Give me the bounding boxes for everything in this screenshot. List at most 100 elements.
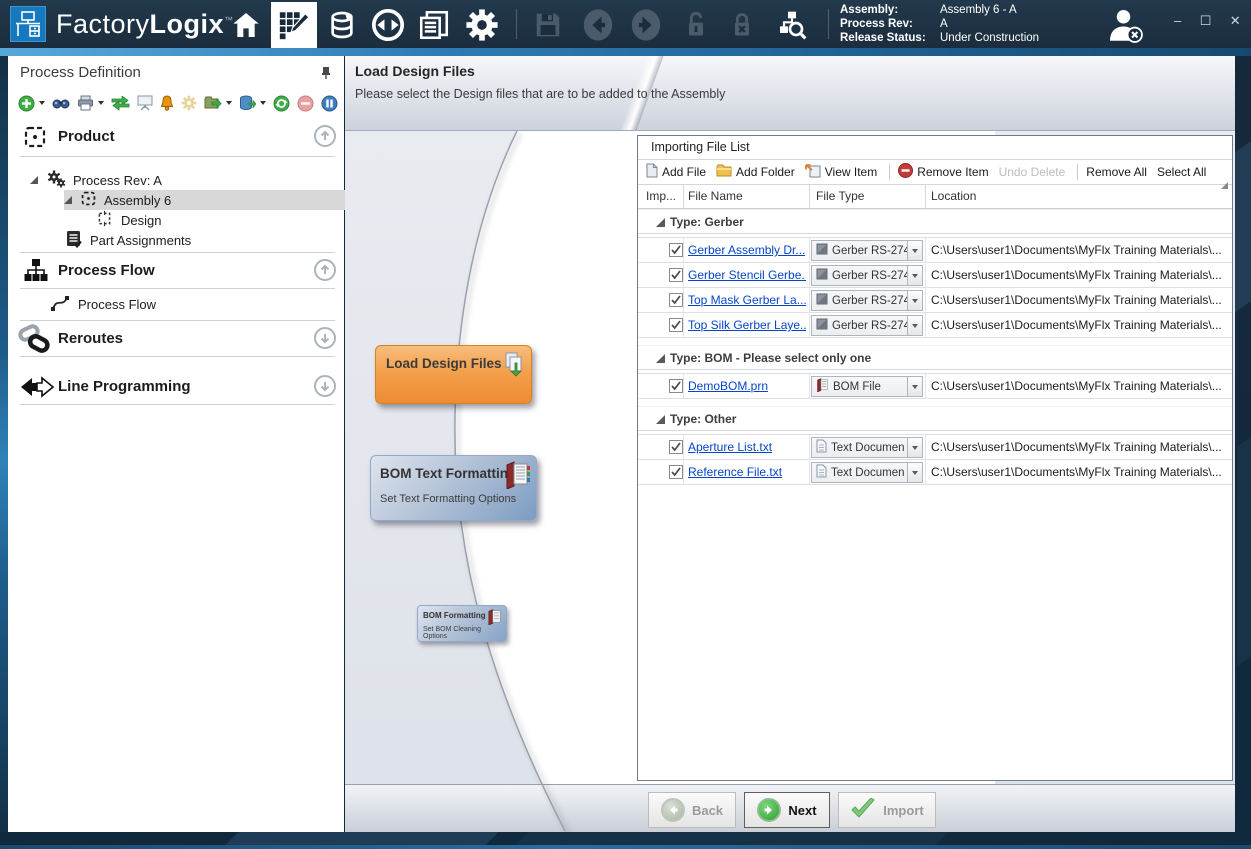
dropdown-button[interactable]: [907, 266, 922, 285]
file-type-dropdown[interactable]: Text Documen: [811, 462, 923, 483]
flow-node-bom-formatting[interactable]: BOM Formatting Set BOM Cleaning Options: [417, 605, 507, 642]
add-file-button[interactable]: Add File: [646, 163, 706, 181]
dropdown-button[interactable]: [907, 241, 922, 260]
file-name-link[interactable]: Top Silk Gerber Laye...: [688, 318, 806, 332]
presentation-icon[interactable]: [137, 95, 153, 111]
tree-item-process-rev[interactable]: Process Rev: A: [8, 170, 345, 190]
file-name-link[interactable]: Aperture List.txt: [688, 440, 772, 454]
file-type-dropdown[interactable]: Gerber RS-274: [811, 290, 923, 311]
dropdown-button[interactable]: [907, 438, 922, 457]
flow-node-bom-text-formatting[interactable]: BOM Text Formatting Set Text Formatting …: [370, 455, 537, 521]
section-line-programming[interactable]: Line Programming: [8, 374, 345, 404]
file-type-dropdown[interactable]: Gerber RS-274: [811, 265, 923, 286]
add-new-icon[interactable]: [18, 95, 35, 112]
group-header[interactable]: Type: Gerber: [638, 209, 1232, 234]
import-checkbox[interactable]: [669, 379, 683, 393]
section-reroutes[interactable]: Reroutes: [8, 326, 345, 356]
settings-pale-icon[interactable]: [181, 95, 197, 111]
dropdown-button[interactable]: [907, 316, 922, 335]
next-button[interactable]: Next: [744, 792, 830, 828]
expand-down-icon[interactable]: [314, 375, 336, 397]
import-checkbox[interactable]: [669, 268, 683, 282]
file-name-link[interactable]: Gerber Assembly Dr...: [688, 243, 805, 257]
nav-forward-icon[interactable]: [626, 6, 666, 44]
file-type-dropdown[interactable]: Text Documen: [811, 437, 923, 458]
file-type-dropdown[interactable]: Gerber RS-274: [811, 240, 923, 261]
dropdown-caret-icon[interactable]: [260, 101, 266, 105]
file-name-link[interactable]: DemoBOM.prn: [688, 379, 768, 393]
pin-icon[interactable]: [320, 66, 332, 85]
collapse-up-icon[interactable]: [314, 259, 336, 281]
transfer-icon[interactable]: [368, 6, 408, 44]
pause-icon[interactable]: [321, 95, 338, 112]
group-header[interactable]: Type: Other: [638, 406, 1232, 431]
export-folder-icon[interactable]: [204, 96, 222, 111]
section-process-flow[interactable]: Process Flow: [8, 258, 345, 288]
file-name-link[interactable]: Reference File.txt: [688, 465, 782, 479]
import-checkbox[interactable]: [669, 465, 683, 479]
file-type-dropdown[interactable]: Gerber RS-274: [811, 315, 923, 336]
file-type-dropdown[interactable]: BOM File: [811, 376, 923, 397]
file-name-link[interactable]: Gerber Stencil Gerbe...: [688, 268, 806, 282]
user-logout-icon[interactable]: [1104, 6, 1146, 49]
view-item-button[interactable]: View Item: [805, 163, 877, 181]
col-file-name[interactable]: File Name: [688, 189, 743, 203]
tree-item-design[interactable]: Design: [8, 210, 345, 230]
collapse-up-icon[interactable]: [314, 125, 336, 147]
group-label: Type: Other: [670, 412, 736, 426]
import-button[interactable]: Import: [838, 792, 936, 828]
maximize-button[interactable]: ☐: [1200, 13, 1212, 28]
minimize-button[interactable]: –: [1174, 13, 1181, 28]
documents-icon[interactable]: [414, 6, 454, 44]
col-location[interactable]: Location: [931, 189, 976, 203]
import-checkbox[interactable]: [669, 318, 683, 332]
refresh-icon[interactable]: [273, 95, 290, 112]
dropdown-caret-icon[interactable]: [39, 101, 45, 105]
expander-icon[interactable]: [64, 196, 72, 204]
unlock-icon[interactable]: [676, 6, 716, 44]
tree-item-process-flow[interactable]: Process Flow: [8, 294, 345, 314]
dropdown-button[interactable]: [907, 463, 922, 482]
nav-back-icon[interactable]: [578, 6, 618, 44]
remove-step-icon[interactable]: [297, 95, 314, 112]
settings-gear-icon[interactable]: [462, 6, 502, 44]
remove-all-button[interactable]: Remove All: [1086, 165, 1147, 179]
section-product[interactable]: Product: [8, 124, 345, 154]
file-name-link[interactable]: Top Mask Gerber La...: [688, 293, 806, 307]
data-collection-icon[interactable]: [322, 6, 362, 44]
expander-icon[interactable]: [30, 176, 38, 184]
add-folder-button[interactable]: Add Folder: [716, 164, 795, 180]
home-icon[interactable]: [226, 6, 266, 44]
tree-item-part-assignments[interactable]: Part Assignments: [8, 230, 345, 250]
where-used-search-icon[interactable]: [772, 6, 812, 44]
import-db-icon[interactable]: [239, 95, 256, 111]
find-icon[interactable]: [52, 96, 70, 111]
process-definition-tab-icon[interactable]: [271, 2, 317, 48]
tree-item-assembly[interactable]: Assembly 6: [64, 190, 345, 210]
dropdown-button[interactable]: [907, 377, 922, 396]
lock-revision-icon[interactable]: [722, 6, 762, 44]
import-checkbox[interactable]: [669, 243, 683, 257]
import-checkbox[interactable]: [669, 440, 683, 454]
flow-node-load-design-files[interactable]: Load Design Files: [375, 345, 532, 404]
select-all-button[interactable]: Select All: [1157, 165, 1206, 179]
compare-icon[interactable]: [111, 96, 130, 111]
alarm-icon[interactable]: [160, 95, 174, 111]
save-icon[interactable]: [528, 6, 568, 44]
col-imported[interactable]: Imp...: [646, 189, 676, 203]
dropdown-button[interactable]: [907, 291, 922, 310]
remove-all-label: Remove All: [1086, 165, 1147, 179]
back-button[interactable]: Back: [648, 792, 736, 828]
close-button[interactable]: ✕: [1230, 13, 1241, 28]
file-row: Reference File.txtText DocumenC:\Users\u…: [638, 460, 1232, 485]
import-checkbox[interactable]: [669, 293, 683, 307]
group-header[interactable]: Type: BOM - Please select only one: [638, 345, 1232, 370]
remove-item-button[interactable]: Remove Item: [898, 163, 988, 181]
dropdown-caret-icon[interactable]: [98, 101, 104, 105]
toolbar-separator: [889, 164, 890, 180]
expand-down-icon[interactable]: [314, 327, 336, 349]
print-icon[interactable]: [77, 95, 94, 111]
dropdown-caret-icon[interactable]: [226, 101, 232, 105]
text-file-icon: [816, 439, 827, 456]
col-file-type[interactable]: File Type: [816, 189, 864, 203]
